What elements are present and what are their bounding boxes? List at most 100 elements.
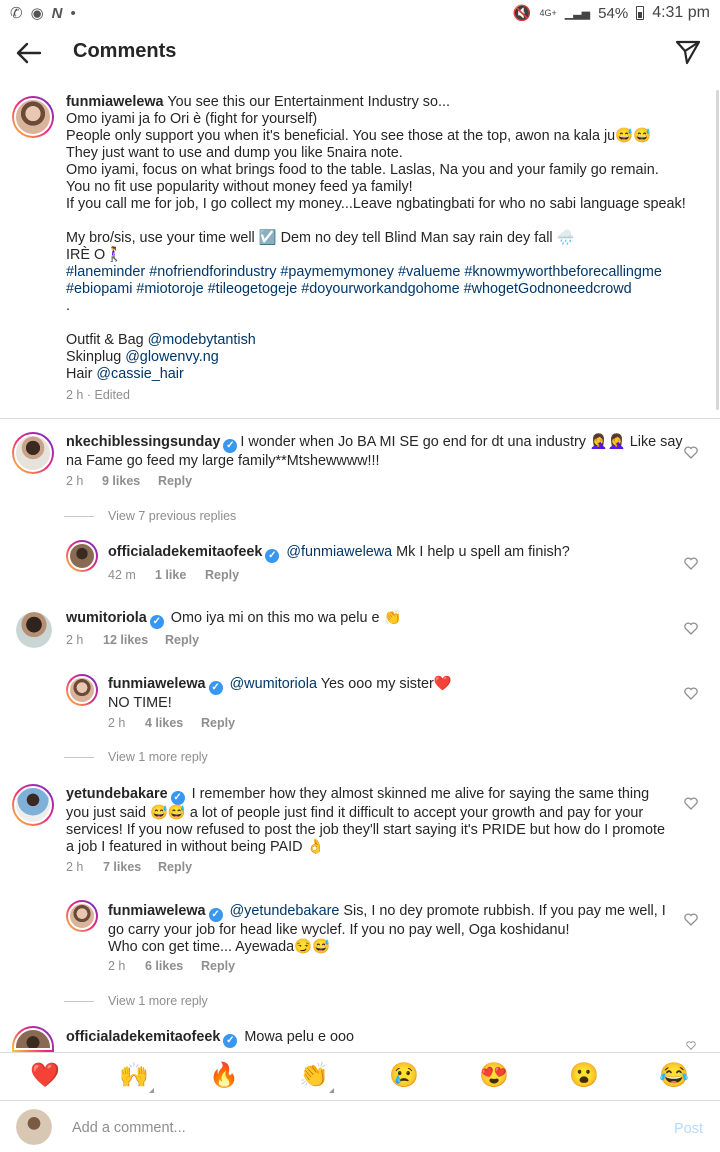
reply-button[interactable]: Reply — [201, 959, 235, 973]
comment-text: go carry your job for head like wyclef. … — [108, 922, 570, 938]
hashtags[interactable]: #laneminder #nofriendforindustry #paymem… — [66, 264, 706, 281]
verified-badge-icon: ✓ — [170, 791, 185, 805]
likes-count[interactable]: 12 likes — [103, 633, 148, 647]
credit-handle[interactable]: @modebytantish — [148, 332, 256, 348]
avatar[interactable] — [12, 432, 54, 474]
comment-time: 2 h — [66, 633, 84, 647]
caption-line: My bro/sis, use your time well ☑️ Dem no… — [66, 230, 575, 246]
likes-count[interactable]: 4 likes — [145, 716, 183, 730]
avatar[interactable] — [66, 900, 98, 932]
verified-badge-icon: ✓ — [223, 439, 238, 453]
header: Comments — [0, 26, 720, 82]
avatar[interactable] — [12, 96, 54, 138]
comment-text: services! If you now refused to post the… — [66, 822, 665, 838]
signal-icon: ▁▃▅ — [564, 7, 591, 20]
post-caption: funmiawelewa You see this our Entertainm… — [66, 94, 706, 404]
comment-username[interactable]: officialadekemitaofeek — [108, 544, 262, 560]
reply-thread-line — [64, 515, 94, 517]
credit-handle[interactable]: @cassie_hair — [96, 366, 183, 382]
mention-link[interactable]: @funmiawelewa — [286, 544, 392, 560]
reply: funmiawelewa ✓ @wumitoriola Yes ooo my si… — [108, 676, 452, 712]
caption-line: If you call me for job, I go collect my … — [66, 196, 686, 212]
view-replies-label[interactable]: View 7 previous replies — [108, 509, 236, 523]
more-icon: • — [70, 4, 76, 22]
current-user-avatar — [16, 1109, 52, 1145]
hashtags[interactable]: #ebiopami #miotoroje #tileogetogeje #doy… — [66, 281, 706, 298]
fire-emoji-button[interactable]: 🔥 — [208, 1063, 240, 1089]
likes-count[interactable]: 7 likes — [103, 860, 141, 874]
comment-text: I remember how they almost skinned me al… — [191, 786, 650, 802]
comment-username[interactable]: funmiawelewa — [108, 903, 206, 919]
view-replies-button[interactable]: View 7 previous replies — [64, 509, 236, 523]
reply-button[interactable]: Reply — [158, 474, 192, 488]
skin-tone-indicator-icon — [329, 1088, 334, 1093]
battery-icon — [636, 6, 645, 20]
clapping-emoji-button[interactable]: 👏 — [298, 1063, 334, 1093]
whatsapp-icon: ✆ — [10, 5, 23, 22]
comment-username[interactable]: wumitoriola — [66, 610, 147, 626]
reply-button[interactable]: Reply — [205, 568, 239, 582]
view-replies-label[interactable]: View 1 more reply — [108, 994, 208, 1008]
like-heart-icon[interactable] — [684, 687, 698, 700]
reply-button[interactable]: Reply — [165, 633, 199, 647]
avatar[interactable] — [12, 1026, 54, 1052]
caption-line: Omo iyami, focus on what brings food to … — [66, 162, 659, 178]
comment: yetundebakare ✓ I remember how they almos… — [66, 786, 665, 856]
caption-line: IRÈ O🚶‍♀️ — [66, 247, 124, 263]
comment: officialadekemitaofeek ✓ Mowa pelu e ooo — [66, 1029, 354, 1048]
comment-text: I wonder when Jo BA MI SE go end for dt … — [240, 434, 683, 450]
view-replies-button[interactable]: View 1 more reply — [64, 994, 208, 1008]
emoji-glyph: 🙌 — [119, 1062, 149, 1089]
scrollbar[interactable] — [716, 90, 719, 410]
battery-percent: 54% — [598, 4, 629, 22]
comment-username[interactable]: officialadekemitaofeek — [66, 1029, 220, 1045]
reply-button[interactable]: Reply — [158, 860, 192, 874]
likes-count[interactable]: 9 likes — [102, 474, 140, 488]
comment-input[interactable] — [72, 1115, 632, 1141]
like-heart-icon[interactable] — [684, 446, 698, 459]
avatar[interactable] — [12, 784, 54, 826]
crying-emoji-button[interactable]: 😢 — [388, 1063, 420, 1089]
like-heart-icon[interactable] — [684, 557, 698, 570]
comment-text: Sis, I no dey promote rubbish. If you pa… — [343, 903, 666, 919]
comment: wumitoriola ✓ Omo iya mi on this mo wa pe… — [66, 610, 401, 629]
credit-label: Hair — [66, 366, 93, 382]
raising-hands-emoji-button[interactable]: 🙌 — [118, 1062, 154, 1093]
verified-badge-icon: ✓ — [208, 908, 223, 922]
back-arrow-icon[interactable] — [14, 38, 44, 68]
comment-text: Mk I help u spell am finish? — [396, 544, 570, 560]
avatar[interactable] — [16, 612, 52, 648]
laughing-emoji-button[interactable]: 😂 — [658, 1063, 690, 1089]
comment-text: Mowa pelu e ooo — [244, 1029, 354, 1045]
credit-handle[interactable]: @glowenvy.ng — [125, 349, 219, 365]
heart-eyes-emoji-button[interactable]: 😍 — [478, 1063, 510, 1089]
like-heart-icon[interactable] — [684, 913, 698, 926]
avatar[interactable] — [66, 540, 98, 572]
comment-username[interactable]: nkechiblessingsunday — [66, 434, 220, 450]
likes-count[interactable]: 1 like — [155, 568, 186, 582]
heart-emoji-button[interactable]: ❤️ — [29, 1063, 61, 1089]
send-icon[interactable] — [674, 38, 702, 66]
post-button[interactable]: Post — [674, 1121, 703, 1137]
comment-text: na Fame go feed my large family**Mtsheww… — [66, 453, 380, 469]
mention-link[interactable]: @yetundebakare — [230, 903, 340, 919]
caption-line: Omo iyami ja fo Ori è (fight for yoursel… — [66, 111, 318, 127]
caption-line: People only support you when it's benefi… — [66, 128, 652, 144]
mention-link[interactable]: @wumitoriola — [230, 676, 317, 692]
likes-count[interactable]: 6 likes — [145, 959, 183, 973]
caption-username[interactable]: funmiawelewa — [66, 94, 164, 110]
caption-meta: 2 h · Edited — [66, 388, 130, 402]
like-heart-icon[interactable] — [684, 1041, 698, 1050]
comment-username[interactable]: yetundebakare — [66, 786, 168, 802]
like-heart-icon[interactable] — [684, 797, 698, 810]
caption-line: You see this our Entertainment Industry … — [167, 94, 450, 110]
surprised-emoji-button[interactable]: 😮 — [568, 1063, 600, 1089]
like-heart-icon[interactable] — [684, 622, 698, 635]
view-replies-button[interactable]: View 1 more reply — [64, 750, 208, 764]
opera-icon: ◉ — [30, 5, 44, 22]
reply-button[interactable]: Reply — [201, 716, 235, 730]
view-replies-label[interactable]: View 1 more reply — [108, 750, 208, 764]
avatar[interactable] — [66, 674, 98, 706]
comment-username[interactable]: funmiawelewa — [108, 676, 206, 692]
clock: 4:31 pm — [652, 4, 710, 21]
